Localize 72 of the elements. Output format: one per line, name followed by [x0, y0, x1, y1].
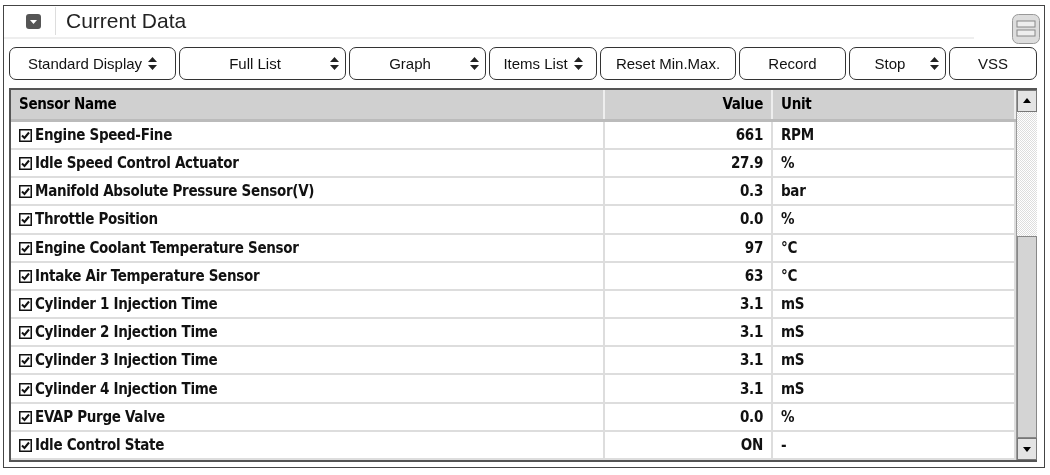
scroll-down-button[interactable]	[1017, 438, 1037, 460]
sensor-name: Idle Control State	[35, 435, 165, 454]
sensor-name: Idle Speed Control Actuator	[35, 154, 239, 173]
checkbox[interactable]	[19, 241, 32, 255]
sensor-name: Cylinder 4 Injection Time	[35, 379, 218, 398]
dropdown-button[interactable]: Full List	[179, 46, 346, 80]
checkbox[interactable]	[19, 185, 32, 199]
unit-cell: %	[772, 148, 1015, 178]
unit-cell: mS	[772, 346, 1015, 375]
dropdown-button[interactable]: Graph	[349, 46, 486, 80]
unit-cell: mS	[772, 374, 1015, 403]
scroll-up-button[interactable]	[1017, 89, 1037, 112]
sensor-name: EVAP Purge Valve	[35, 407, 165, 426]
up-arrow-icon	[1023, 98, 1031, 104]
checkbox[interactable]	[19, 326, 32, 340]
dropdown-button[interactable]: Items List	[489, 46, 597, 80]
column-header: Unit	[772, 89, 1015, 121]
checkbox[interactable]	[19, 269, 32, 283]
value-cell: 97	[604, 233, 772, 262]
toolbar-button[interactable]: Record	[739, 46, 846, 80]
checkbox[interactable]	[19, 410, 32, 424]
updown-icon	[930, 56, 939, 70]
sensor-name: Engine Speed-Fine	[35, 125, 173, 144]
updown-icon	[330, 56, 339, 70]
toolbar-button[interactable]: VSS	[949, 46, 1037, 80]
menu-icon[interactable]	[1012, 14, 1040, 44]
scrollbar-thumb[interactable]	[1017, 236, 1037, 438]
unit-cell: mS	[772, 289, 1015, 319]
sensor-name: Engine Coolant Temperature Sensor	[35, 238, 299, 257]
value-cell: 3.1	[604, 289, 772, 319]
value-cell: 3.1	[604, 374, 772, 403]
value-cell: 661	[604, 120, 772, 149]
value-cell: 3.1	[604, 318, 772, 347]
unit-cell: °C	[772, 261, 1015, 290]
unit-cell: mS	[772, 318, 1015, 347]
value-cell: ON	[604, 430, 772, 459]
sensor-name: Manifold Absolute Pressure Sensor(V)	[35, 182, 315, 201]
column-header: Sensor Name	[11, 89, 604, 121]
sensor-name: Cylinder 3 Injection Time	[35, 351, 218, 370]
value-cell: 0.3	[604, 177, 772, 206]
checkbox[interactable]	[19, 297, 32, 311]
value-cell: 27.9	[604, 148, 772, 178]
unit-cell: bar	[772, 177, 1015, 206]
unit-cell: -	[772, 430, 1015, 459]
toolbar-button[interactable]: Reset Min.Max.	[600, 46, 736, 80]
unit-cell: %	[772, 402, 1015, 431]
dropdown-button[interactable]: Standard Display	[9, 46, 176, 80]
updown-icon	[573, 56, 583, 70]
unit-cell: °C	[772, 233, 1015, 262]
dropdown-button[interactable]: Stop	[849, 46, 946, 80]
down-arrow-icon	[1023, 446, 1031, 452]
value-cell: 63	[604, 261, 772, 290]
unit-cell: RPM	[772, 120, 1015, 149]
updown-icon	[470, 56, 479, 70]
value-cell: 0.0	[604, 205, 772, 234]
sensor-name: Cylinder 1 Injection Time	[35, 294, 218, 313]
value-cell: 3.1	[604, 346, 772, 375]
sensor-name: Intake Air Temperature Sensor	[35, 266, 260, 285]
unit-cell: %	[772, 205, 1015, 234]
window-title: Current Data	[66, 9, 187, 34]
checkbox[interactable]	[19, 213, 32, 227]
checkbox[interactable]	[19, 157, 32, 171]
collapse-icon[interactable]	[26, 13, 41, 29]
checkbox[interactable]	[19, 438, 32, 452]
sensor-name: Cylinder 2 Injection Time	[35, 323, 218, 342]
column-header: Value	[604, 89, 772, 121]
updown-icon	[148, 56, 158, 70]
sensor-name: Throttle Position	[35, 210, 158, 229]
checkbox[interactable]	[19, 382, 32, 396]
checkbox[interactable]	[19, 128, 32, 142]
value-cell: 0.0	[604, 402, 772, 431]
checkbox[interactable]	[19, 354, 32, 368]
